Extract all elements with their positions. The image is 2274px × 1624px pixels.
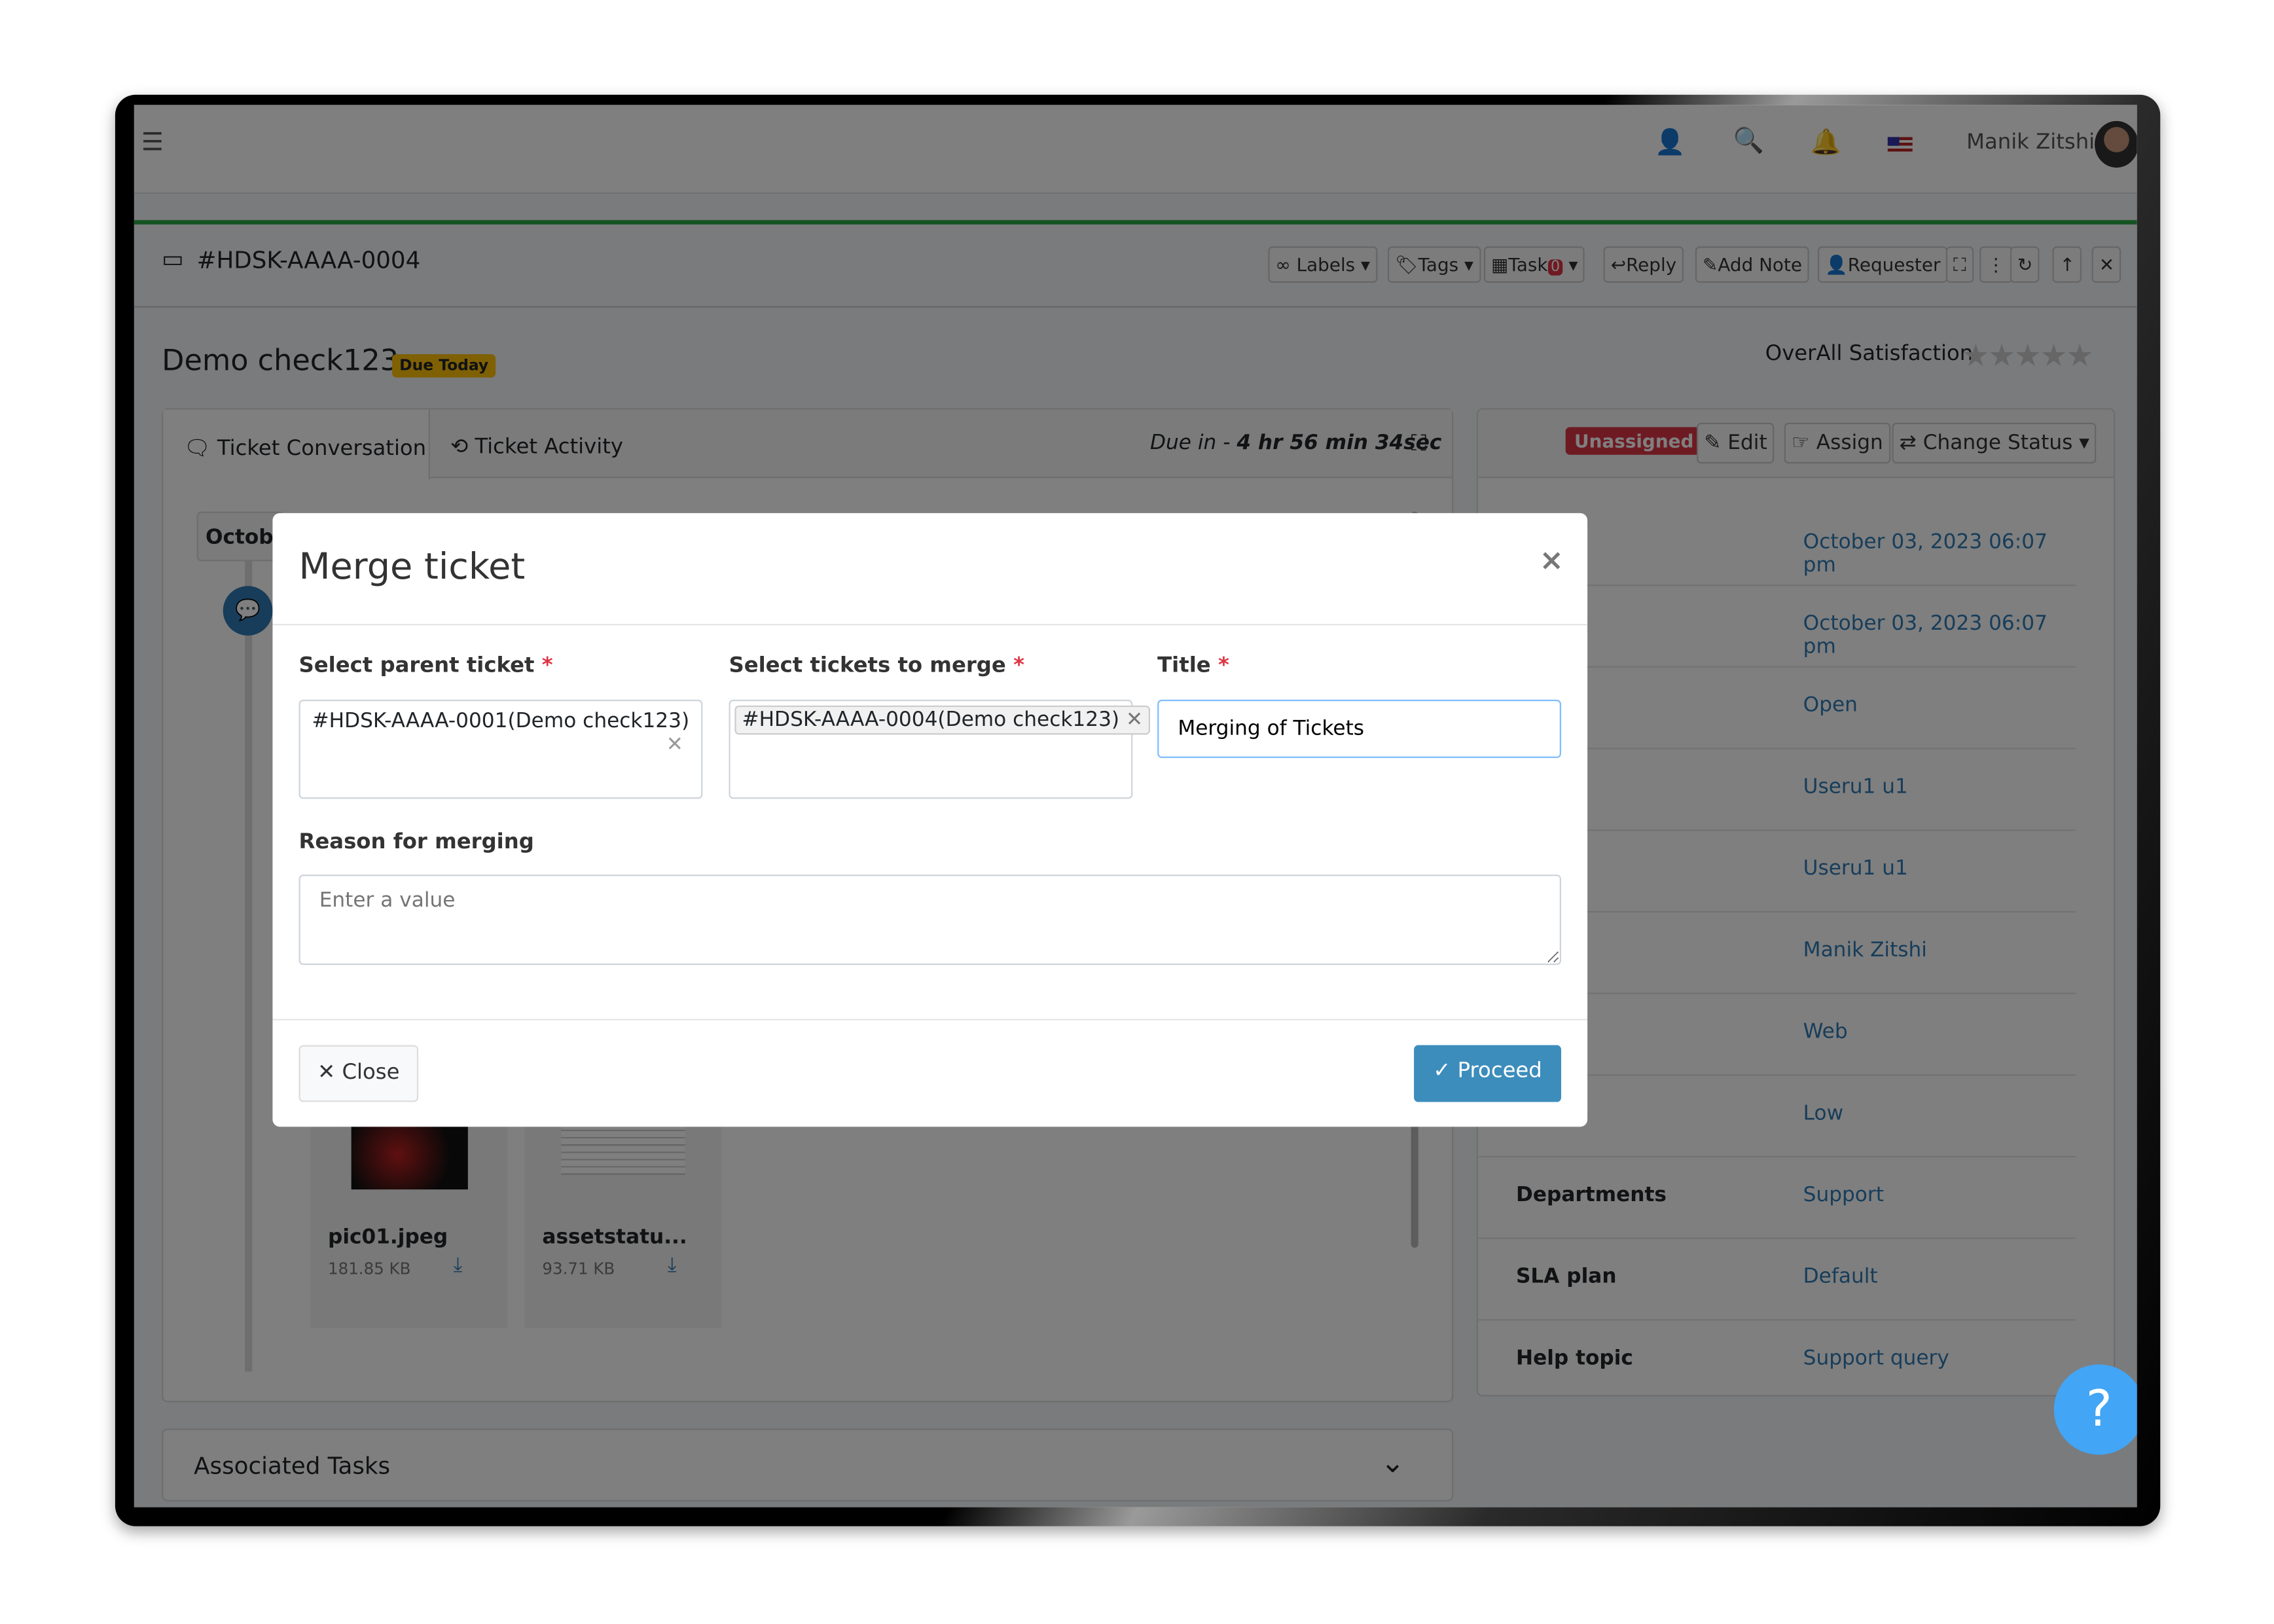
help-button[interactable]: ?: [2053, 1364, 2137, 1455]
check-icon: ✓: [1433, 1059, 1451, 1083]
clear-icon[interactable]: ✕: [666, 733, 683, 757]
proceed-button[interactable]: ✓ Proceed: [1414, 1045, 1562, 1102]
parent-ticket-value: #HDSK-AAAA-0001(Demo check123): [312, 710, 690, 734]
x-icon: ✕: [317, 1061, 336, 1085]
parent-ticket-select[interactable]: #HDSK-AAAA-0001(Demo check123) ✕: [298, 699, 703, 799]
parent-ticket-label: Select parent ticket *: [298, 654, 553, 678]
reason-label: Reason for merging: [298, 831, 534, 854]
merge-tickets-select[interactable]: #HDSK-AAAA-0004(Demo check123) ✕: [729, 699, 1151, 799]
remove-tag-icon[interactable]: ✕: [1126, 708, 1143, 732]
merge-tickets-label: Select tickets to merge *: [729, 654, 1024, 678]
reason-textarea[interactable]: [298, 875, 1562, 965]
close-icon[interactable]: ×: [1540, 542, 1564, 577]
title-label: Title *: [1157, 654, 1229, 678]
merge-ticket-tag: #HDSK-AAAA-0004(Demo check123) ✕: [734, 705, 1151, 735]
modal-title: Merge ticket: [298, 545, 526, 588]
title-input[interactable]: [1157, 699, 1562, 758]
close-button[interactable]: ✕ Close: [298, 1045, 419, 1102]
merge-ticket-modal: Merge ticket × Select parent ticket * Se…: [272, 513, 1588, 1127]
